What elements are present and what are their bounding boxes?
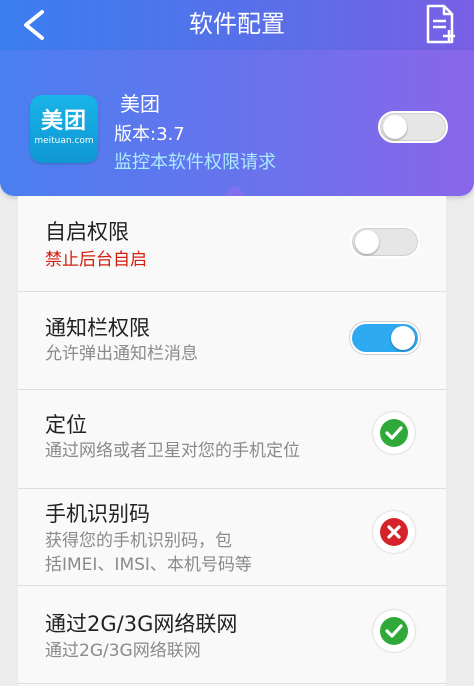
notification-toggle[interactable] <box>350 322 420 354</box>
mobile-network-status[interactable] <box>373 610 415 652</box>
app-name: 美团 <box>120 92 160 116</box>
permission-title: 通知栏权限 <box>45 316 150 340</box>
permission-desc-line1: 获得您的手机识别码，包 <box>45 531 232 551</box>
toggle-knob <box>391 326 415 350</box>
permission-desc-line2: 括IMEI、IMSI、本机号码等 <box>45 555 252 575</box>
check-circle-icon <box>380 617 408 645</box>
device-id-status[interactable] <box>373 511 415 553</box>
permission-desc: 通过网络或者卫星对您的手机定位 <box>45 441 300 461</box>
permission-row-notification[interactable]: 通知栏权限 允许弹出通知栏消息 <box>18 292 446 389</box>
x-circle-icon <box>380 518 408 546</box>
monitor-label: 监控本软件权限请求 <box>114 152 276 173</box>
autostart-toggle[interactable] <box>350 226 420 258</box>
permission-row-location[interactable]: 定位 通过网络或者卫星对您的手机定位 <box>18 390 446 488</box>
toggle-knob <box>383 115 407 139</box>
app-info-card: 美团 meituan.com 美团 版本:3.7 监控本软件权限请求 <box>0 50 474 196</box>
document-add-icon <box>426 4 455 44</box>
permission-row-device-id[interactable]: 手机识别码 获得您的手机识别码，包 括IMEI、IMSI、本机号码等 <box>18 489 446 585</box>
top-bar: 软件配置 <box>0 0 474 50</box>
check-circle-icon <box>380 419 408 447</box>
permission-row-mobile-network[interactable]: 通过2G/3G网络联网 通过2G/3G网络联网 <box>18 586 446 683</box>
app-icon-text: 美团 <box>40 109 87 134</box>
document-add-button[interactable] <box>420 3 460 45</box>
location-status[interactable] <box>373 412 415 454</box>
app-version: 版本:3.7 <box>114 124 185 145</box>
page-title: 软件配置 <box>189 10 285 38</box>
permission-desc: 允许弹出通知栏消息 <box>45 344 198 364</box>
permission-title: 自启权限 <box>45 220 129 244</box>
permission-list: 自启权限 禁止后台自启 通知栏权限 允许弹出通知栏消息 定位 通过网络或者卫星对… <box>18 196 446 686</box>
divider <box>18 683 446 684</box>
permission-title: 定位 <box>45 413 87 437</box>
permission-row-autostart[interactable]: 自启权限 禁止后台自启 <box>18 196 446 291</box>
permission-desc: 禁止后台自启 <box>45 250 147 270</box>
app-icon: 美团 meituan.com <box>30 95 98 163</box>
monitor-toggle[interactable] <box>378 111 448 143</box>
permission-title: 手机识别码 <box>45 502 150 526</box>
toggle-knob <box>355 230 379 254</box>
permission-desc: 通过2G/3G网络联网 <box>45 641 201 661</box>
permission-title: 通过2G/3G网络联网 <box>45 612 238 636</box>
app-icon-subtext: meituan.com <box>34 136 94 146</box>
